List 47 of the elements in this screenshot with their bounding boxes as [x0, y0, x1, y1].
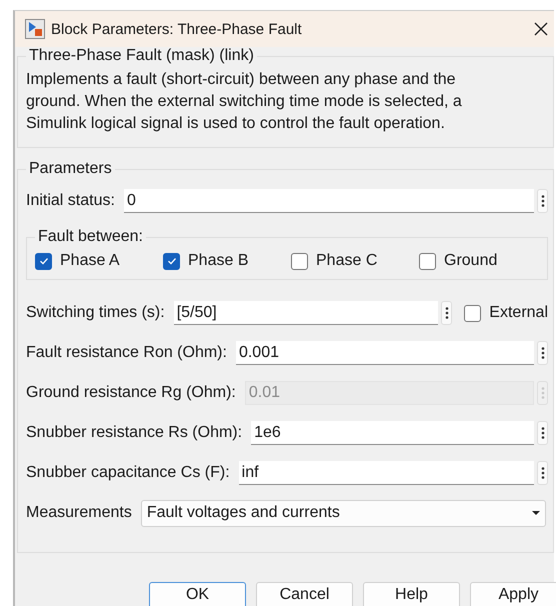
dots-icon — [540, 346, 544, 360]
dialog-button[interactable]: Help — [363, 582, 460, 606]
block-icon — [25, 19, 45, 39]
checkbox[interactable] — [163, 252, 180, 270]
more-options-button[interactable] — [537, 461, 548, 485]
checkbox-label: Phase A — [60, 252, 120, 270]
dots-icon — [540, 194, 544, 208]
field-label: Initial status: — [26, 192, 115, 210]
more-options-button[interactable] — [537, 341, 548, 365]
more-options-button[interactable] — [537, 189, 548, 213]
measurements-dropdown[interactable]: Fault voltages and currents — [140, 500, 546, 526]
checkbox-label: Phase B — [188, 252, 248, 270]
field-label: Switching times (s): — [26, 304, 165, 322]
dialog-button[interactable]: OK — [149, 582, 246, 606]
input-field[interactable]: 1e6 — [251, 421, 534, 445]
checkbox[interactable] — [291, 252, 308, 270]
dialog-button[interactable]: Apply — [470, 582, 556, 606]
input-field[interactable]: [5/50] — [174, 301, 438, 325]
field-label: Snubber capacitance Cs (F): — [26, 464, 230, 482]
panel-title: Three-Phase Fault (mask) (link) — [28, 47, 255, 65]
checkbox[interactable] — [419, 252, 436, 270]
dots-icon — [540, 386, 544, 400]
more-options-button[interactable] — [537, 421, 548, 445]
field-label: Snubber resistance Rs (Ohm): — [26, 424, 242, 442]
close-icon[interactable] — [534, 22, 548, 36]
checkbox[interactable] — [35, 252, 52, 270]
checkbox[interactable] — [464, 304, 482, 322]
field-label: Measurements — [26, 504, 132, 522]
group-title: Fault between: — [37, 228, 144, 246]
dialog-button[interactable]: Cancel — [256, 582, 353, 606]
panel-title: Parameters — [28, 160, 113, 178]
more-options-button[interactable] — [441, 301, 452, 325]
input-field[interactable]: inf — [238, 461, 534, 485]
dots-icon — [540, 466, 544, 480]
caret-icon — [532, 511, 540, 515]
checkbox-label: Ground — [444, 252, 498, 270]
dots-icon — [540, 426, 544, 440]
dots-icon — [444, 306, 449, 320]
field-label: Ground resistance Rg (Ohm): — [26, 384, 236, 402]
window-title: Block Parameters: Three-Phase Fault — [51, 20, 303, 38]
checkbox-label: Phase C — [316, 252, 378, 270]
description-text: Implements a fault (short-circuit) between any phase and the ground. When the external switching time mode is selected, a Simulink logical signal is used to control the fault operation. — [26, 70, 463, 134]
input-field: 0.01 — [244, 381, 534, 405]
input-field[interactable]: 0.001 — [236, 341, 534, 365]
checkbox-label: External — [489, 304, 548, 322]
field-label: Fault resistance Ron (Ohm): — [26, 344, 227, 362]
input-field[interactable]: 0 — [124, 189, 534, 213]
